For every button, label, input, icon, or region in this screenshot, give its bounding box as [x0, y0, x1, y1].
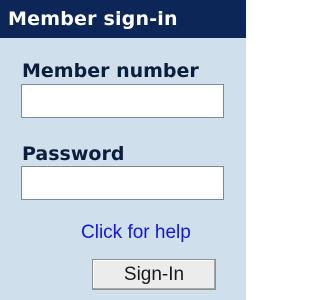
password-input[interactable]: [21, 166, 224, 200]
member-number-input[interactable]: [21, 84, 224, 118]
member-signin-panel: Member sign-in Member number Password Cl…: [0, 0, 246, 300]
help-link[interactable]: Click for help: [81, 222, 191, 244]
signin-button[interactable]: Sign-In: [92, 259, 216, 290]
password-label: Password: [22, 143, 125, 165]
panel-title: Member sign-in: [0, 0, 246, 38]
member-number-label: Member number: [22, 60, 199, 82]
